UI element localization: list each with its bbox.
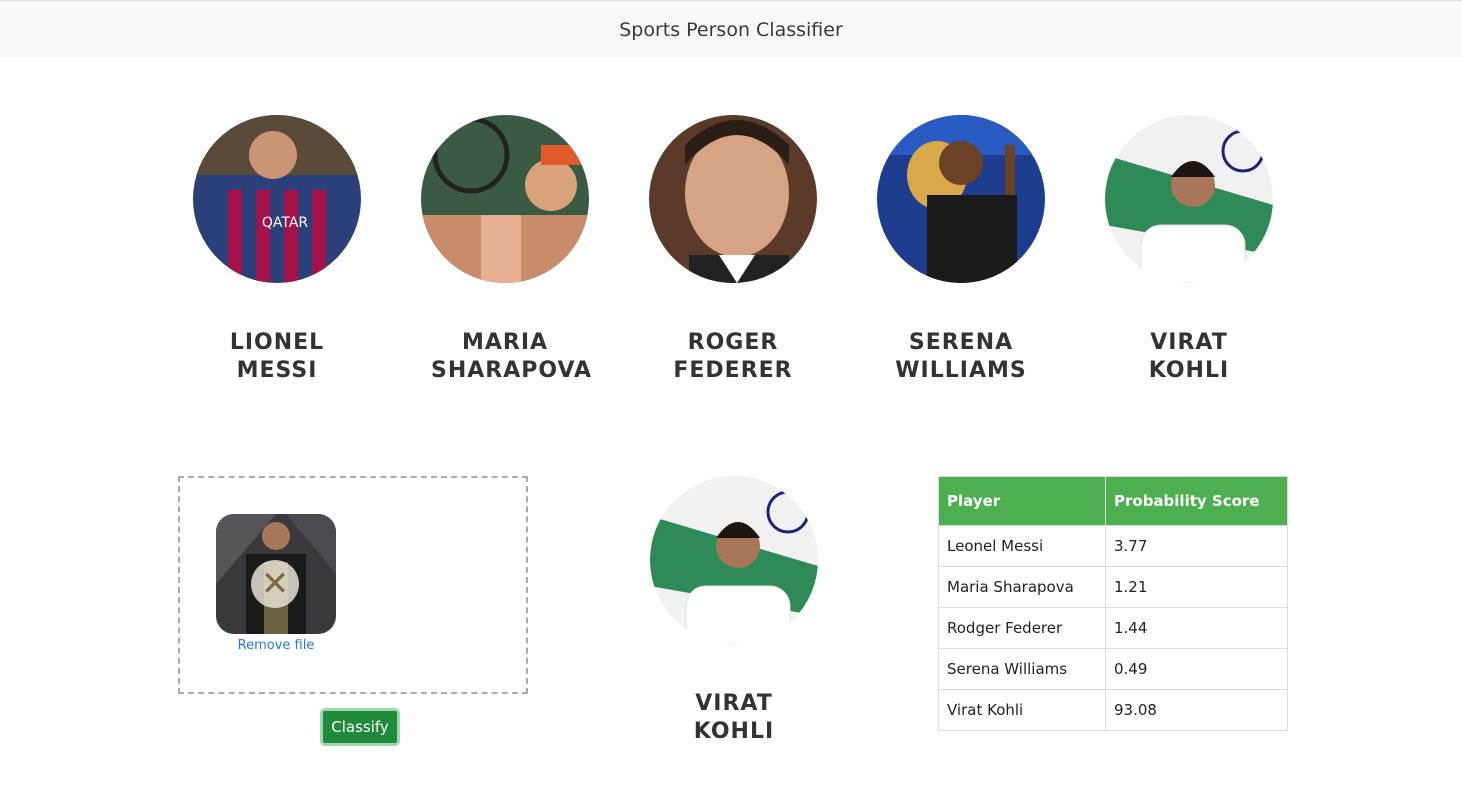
player-card-federer: ROGER FEDERER bbox=[619, 115, 847, 385]
player-name: MARIA SHARAPOVA bbox=[431, 330, 593, 383]
score-cell: 3.77 bbox=[1105, 525, 1288, 567]
serena-williams-photo bbox=[877, 115, 1045, 283]
player-name: ROGER FEDERER bbox=[673, 330, 793, 383]
virat-kohli-photo bbox=[1105, 115, 1273, 283]
lionel-messi-photo: QATAR bbox=[193, 115, 361, 283]
table-row: Serena Williams 0.49 bbox=[938, 648, 1288, 690]
player-cell: Rodger Federer bbox=[938, 607, 1106, 649]
navbar: Sports Person Classifier bbox=[0, 0, 1462, 58]
player-cell: Leonel Messi bbox=[938, 525, 1106, 567]
result-card: VIRAT KOHLI bbox=[620, 476, 848, 746]
table-row: Virat Kohli 93.08 bbox=[938, 689, 1288, 731]
result-name: VIRAT KOHLI bbox=[693, 691, 775, 744]
player-cell: Maria Sharapova bbox=[938, 566, 1106, 608]
player-card-serena: SERENA WILLIAMS bbox=[847, 115, 1075, 385]
player-card-kohli: VIRAT KOHLI bbox=[1075, 115, 1303, 385]
svg-text:QATAR: QATAR bbox=[262, 215, 309, 231]
remove-file-link[interactable]: Remove file bbox=[216, 638, 336, 653]
player-name: SERENA WILLIAMS bbox=[895, 330, 1027, 383]
score-cell: 0.49 bbox=[1105, 648, 1288, 690]
score-cell: 1.21 bbox=[1105, 566, 1288, 608]
player-name: LIONEL MESSI bbox=[229, 330, 325, 383]
roger-federer-photo bbox=[649, 115, 817, 283]
table-row: Rodger Federer 1.44 bbox=[938, 607, 1288, 649]
score-cell: 93.08 bbox=[1105, 689, 1288, 731]
column-header-probability: Probability Score bbox=[1105, 476, 1288, 526]
column-header-player: Player bbox=[938, 476, 1106, 526]
player-card-messi: QATAR LIONEL MESSI bbox=[163, 115, 391, 385]
remove-file-icon[interactable]: ✕ bbox=[251, 560, 299, 608]
player-cell: Virat Kohli bbox=[938, 689, 1106, 731]
player-cell: Serena Williams bbox=[938, 648, 1106, 690]
uploaded-image-thumbnail: ✕ bbox=[216, 514, 336, 634]
classify-button[interactable]: Classify bbox=[320, 708, 400, 746]
app-title: Sports Person Classifier bbox=[619, 18, 843, 41]
table-row: Maria Sharapova 1.21 bbox=[938, 566, 1288, 608]
score-cell: 1.44 bbox=[1105, 607, 1288, 649]
virat-kohli-result-photo bbox=[650, 476, 818, 644]
table-header-row: Player Probability Score bbox=[938, 476, 1288, 526]
maria-sharapova-photo bbox=[421, 115, 589, 283]
player-name: VIRAT KOHLI bbox=[1148, 330, 1230, 383]
player-card-sharapova: MARIA SHARAPOVA bbox=[391, 115, 619, 385]
upload-dropzone[interactable]: ✕ Remove file bbox=[178, 476, 528, 694]
table-row: Leonel Messi 3.77 bbox=[938, 525, 1288, 567]
probability-table: Player Probability Score Leonel Messi 3.… bbox=[938, 476, 1288, 731]
